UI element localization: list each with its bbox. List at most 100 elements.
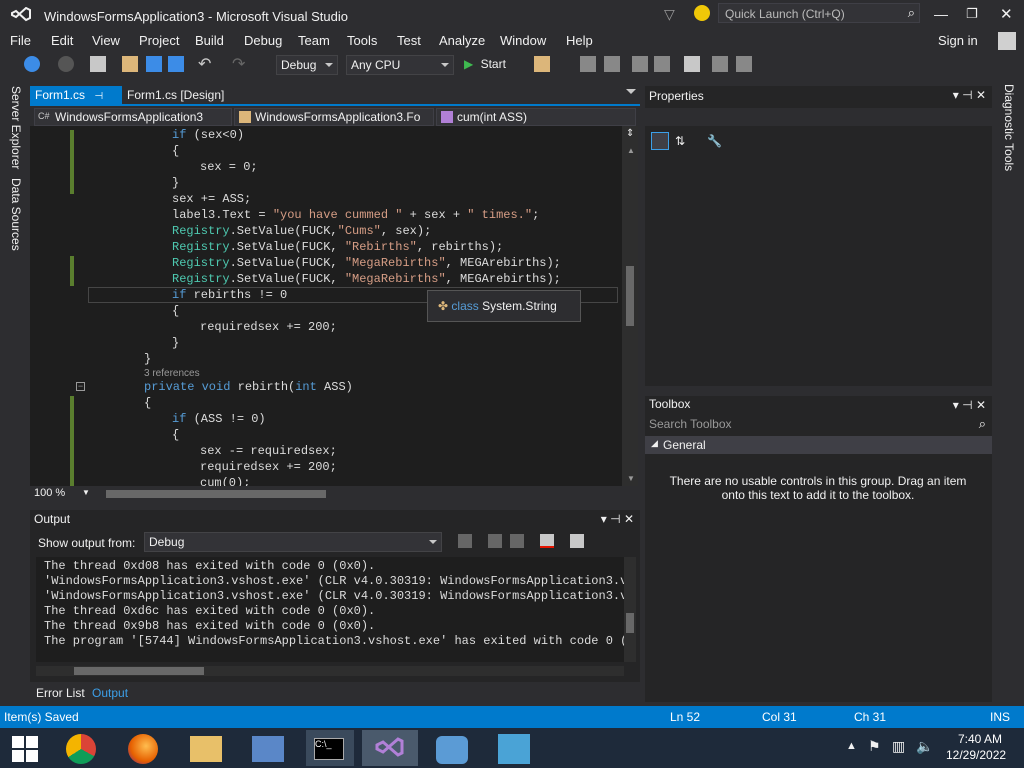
comment-icon[interactable] bbox=[632, 56, 648, 72]
redo-icon[interactable]: ↷ bbox=[232, 54, 248, 73]
menu-file[interactable]: File bbox=[10, 33, 31, 48]
properties-panel-buttons[interactable]: ▾ ⊣ ✕ bbox=[953, 88, 986, 102]
menu-build[interactable]: Build bbox=[195, 33, 224, 48]
windows-start-icon[interactable] bbox=[12, 736, 38, 762]
save-all-icon[interactable] bbox=[168, 56, 184, 72]
output-hscroll-thumb[interactable] bbox=[74, 667, 204, 675]
users-icon[interactable] bbox=[436, 736, 468, 764]
properties-object-select[interactable] bbox=[645, 108, 992, 126]
minimize-button[interactable]: — bbox=[934, 6, 948, 22]
quick-launch-box[interactable]: Quick Launch (Ctrl+Q) ⌕ bbox=[718, 3, 920, 23]
step-icon[interactable] bbox=[580, 56, 596, 72]
output-panel-buttons[interactable]: ▾ ⊣ ✕ bbox=[601, 512, 634, 526]
clock-date[interactable]: 12/29/2022 bbox=[946, 748, 1006, 762]
zoom-level[interactable]: 100 % bbox=[34, 487, 65, 499]
volume-icon[interactable]: 🔈 bbox=[916, 738, 933, 755]
menu-help[interactable]: Help bbox=[566, 33, 593, 48]
toolbox-panel-buttons[interactable]: ▾ ⊣ ✕ bbox=[953, 398, 986, 412]
collapse-outline-icon[interactable]: − bbox=[76, 382, 85, 391]
output-horizontal-scrollbar[interactable] bbox=[36, 666, 624, 676]
editor-vertical-scrollbar[interactable]: ⇕ ▲ ▼ bbox=[622, 126, 638, 486]
zoom-dropdown-icon[interactable]: ▼ bbox=[82, 488, 90, 497]
tab-form1-cs[interactable]: Form1.cs ⊣ ✕ bbox=[30, 86, 122, 116]
menu-edit[interactable]: Edit bbox=[51, 33, 73, 48]
close-button[interactable]: ✕ bbox=[1000, 5, 1013, 23]
navigate-back-icon[interactable] bbox=[24, 56, 40, 72]
data-sources-tab[interactable]: Data Sources bbox=[9, 178, 23, 251]
horizontal-scroll-thumb[interactable] bbox=[106, 490, 326, 498]
step-over-icon[interactable] bbox=[604, 56, 620, 72]
new-project-icon[interactable] bbox=[90, 56, 106, 72]
tab-error-list[interactable]: Error List bbox=[36, 686, 85, 700]
cube-app-icon[interactable] bbox=[498, 734, 530, 764]
word-wrap-icon[interactable] bbox=[570, 534, 584, 548]
scroll-thumb[interactable] bbox=[626, 266, 634, 326]
undo-icon[interactable]: ↶ bbox=[198, 54, 214, 73]
diagnostic-tools-tab[interactable]: Diagnostic Tools bbox=[1002, 84, 1016, 171]
bookmark-icon[interactable] bbox=[684, 56, 700, 72]
toolbox-search-input[interactable]: Search Toolbox bbox=[649, 417, 732, 431]
toolbox-search[interactable]: Search Toolbox ⌕ bbox=[645, 414, 992, 434]
account-avatar[interactable] bbox=[998, 32, 1016, 50]
flag-icon[interactable]: ⚑ bbox=[868, 738, 881, 755]
command-prompt-icon[interactable]: C:\_ bbox=[314, 738, 344, 760]
output-text-area[interactable]: The thread 0xd08 has exited with code 0 … bbox=[36, 557, 624, 662]
filter-icon[interactable]: ▽ bbox=[664, 6, 675, 23]
class-dropdown[interactable]: WindowsFormsApplication3.Fo bbox=[234, 108, 434, 126]
project-dropdown[interactable]: C# WindowsFormsApplication3 bbox=[34, 108, 232, 126]
menu-test[interactable]: Test bbox=[397, 33, 421, 48]
network-icon[interactable]: ▥ bbox=[892, 738, 905, 755]
menu-team[interactable]: Team bbox=[298, 33, 330, 48]
menu-debug[interactable]: Debug bbox=[244, 33, 282, 48]
scroll-down-icon[interactable]: ▼ bbox=[627, 474, 635, 483]
feedback-smiley-icon[interactable] bbox=[694, 5, 710, 21]
properties-panel: Properties ▾ ⊣ ✕ ⇅ 🔧 bbox=[645, 86, 992, 386]
file-explorer-icon[interactable] bbox=[190, 736, 222, 762]
clear-all-icon[interactable] bbox=[540, 534, 554, 548]
clock-time[interactable]: 7:40 AM bbox=[958, 732, 1002, 746]
previous-message-icon[interactable] bbox=[488, 534, 502, 548]
open-file-icon[interactable] bbox=[122, 56, 138, 72]
alphabetical-icon[interactable]: ⇅ bbox=[675, 134, 685, 148]
categorized-icon[interactable] bbox=[651, 132, 669, 150]
restore-button[interactable]: ❐ bbox=[966, 6, 978, 22]
split-icon[interactable]: ⇕ bbox=[626, 128, 634, 139]
search-icon[interactable]: ⌕ bbox=[979, 416, 986, 432]
start-button[interactable]: ▶ Start bbox=[464, 57, 506, 75]
scroll-up-icon[interactable]: ▲ bbox=[627, 146, 635, 155]
menu-project[interactable]: Project bbox=[139, 33, 179, 48]
output-vertical-scrollbar[interactable] bbox=[624, 557, 636, 662]
codelens-references[interactable]: 3 references bbox=[144, 368, 200, 379]
solution-platform-select[interactable]: Any CPU bbox=[346, 55, 454, 75]
menu-window[interactable]: Window bbox=[500, 33, 546, 48]
sign-in-link[interactable]: Sign in bbox=[938, 33, 978, 48]
bookmark-prev-icon[interactable] bbox=[712, 56, 728, 72]
save-icon[interactable] bbox=[146, 56, 162, 72]
menu-tools[interactable]: Tools bbox=[347, 33, 377, 48]
uncomment-icon[interactable] bbox=[654, 56, 670, 72]
next-message-icon[interactable] bbox=[510, 534, 524, 548]
browser-link-icon[interactable] bbox=[534, 56, 550, 72]
toolbox-group-general[interactable]: ◢ General bbox=[645, 436, 992, 454]
bookmark-next-icon[interactable] bbox=[736, 56, 752, 72]
pin-icon[interactable]: ⊣ bbox=[94, 91, 103, 102]
tab-output[interactable]: Output bbox=[92, 686, 128, 700]
menu-view[interactable]: View bbox=[92, 33, 120, 48]
visual-studio-taskbar-icon[interactable] bbox=[374, 736, 404, 762]
navigate-forward-icon[interactable] bbox=[58, 56, 74, 72]
find-message-icon[interactable] bbox=[458, 534, 472, 548]
solution-configuration-select[interactable]: Debug bbox=[276, 55, 338, 75]
server-explorer-tab[interactable]: Server Explorer bbox=[9, 86, 23, 169]
firefox-icon[interactable] bbox=[128, 734, 158, 764]
output-scroll-thumb[interactable] bbox=[626, 613, 634, 633]
chrome-icon[interactable] bbox=[66, 734, 96, 764]
property-pages-icon[interactable]: 🔧 bbox=[707, 134, 722, 148]
output-source-select[interactable]: Debug bbox=[144, 532, 442, 552]
quick-launch-input[interactable]: Quick Launch (Ctrl+Q) bbox=[725, 7, 845, 21]
computer-icon[interactable] bbox=[252, 736, 284, 762]
member-dropdown[interactable]: cum(int ASS) bbox=[436, 108, 636, 126]
tab-overflow-icon[interactable] bbox=[626, 89, 636, 94]
tray-expand-icon[interactable]: ▲ bbox=[846, 740, 857, 752]
tab-form1-design[interactable]: Form1.cs [Design] bbox=[122, 86, 252, 104]
menu-analyze[interactable]: Analyze bbox=[439, 33, 485, 48]
